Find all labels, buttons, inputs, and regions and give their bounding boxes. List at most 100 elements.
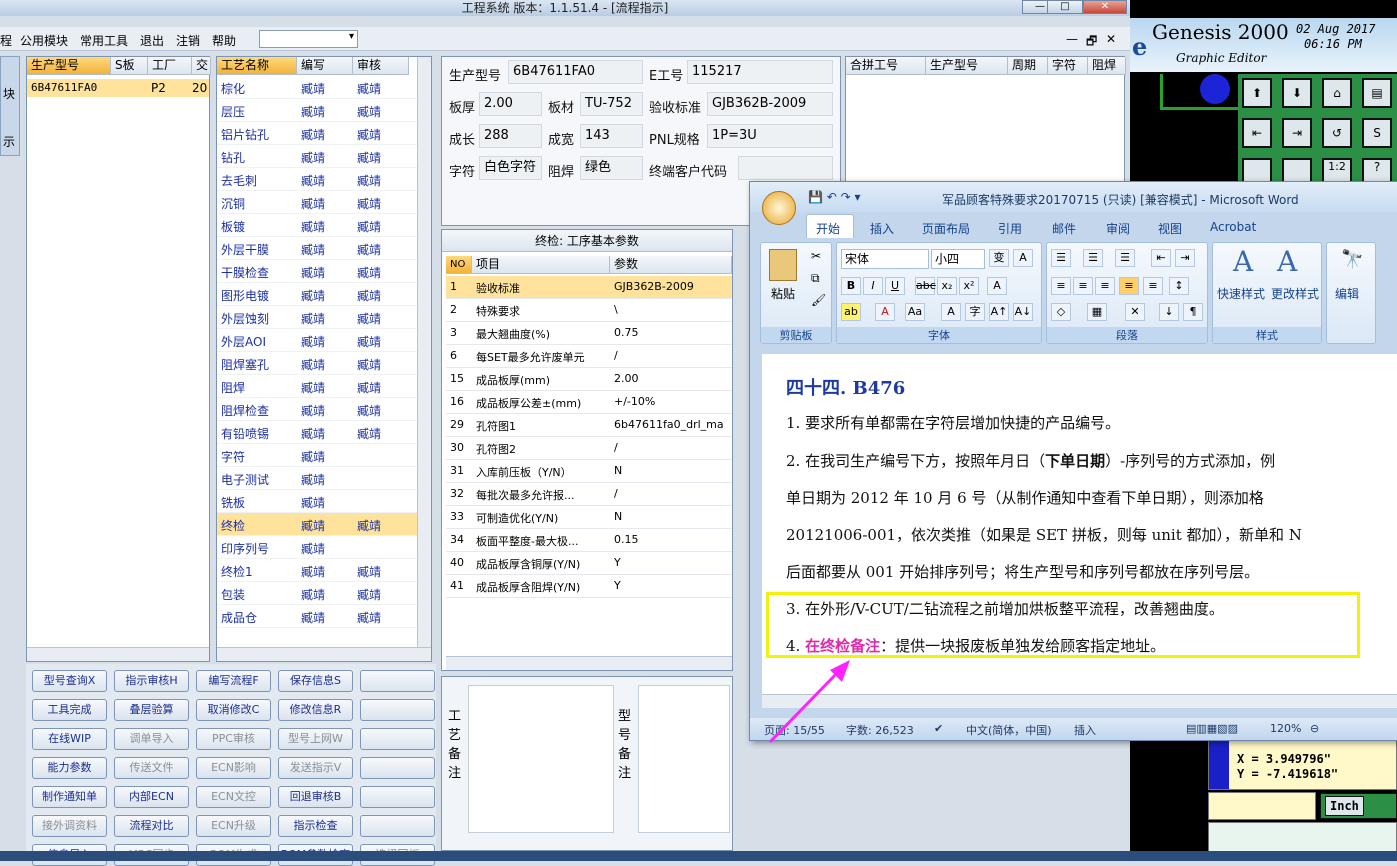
- grow-font-icon[interactable]: A↑: [989, 303, 1009, 321]
- table-row[interactable]: 电子测试 臧靖: [217, 467, 417, 490]
- factory-col-header[interactable]: 工厂: [148, 57, 192, 75]
- tool-icon-7[interactable]: ↺: [1322, 118, 1352, 148]
- shrink-font-icon[interactable]: A↓: [1013, 303, 1033, 321]
- genesis-input-area[interactable]: [1208, 792, 1316, 820]
- table-row[interactable]: 阻焊 臧靖 臧靖: [217, 375, 417, 398]
- action-button[interactable]: 传送文件: [114, 757, 189, 779]
- action-button[interactable]: 型号上网W: [278, 728, 353, 750]
- italic-icon[interactable]: I: [863, 277, 883, 295]
- table-row[interactable]: 包装 臧靖 臧靖: [217, 582, 417, 605]
- params-no-header[interactable]: NO: [446, 256, 472, 274]
- menu-item-common-module[interactable]: 公用模块: [20, 32, 68, 49]
- decrease-indent-icon[interactable]: ⇤: [1151, 249, 1171, 267]
- char-border-icon[interactable]: A: [1013, 249, 1033, 267]
- view-buttons-icon[interactable]: ▤▥▦▧▨: [1186, 722, 1238, 735]
- ribbon-tab-mailings[interactable]: 邮件: [1052, 220, 1076, 237]
- tool-icon-3[interactable]: ⌂: [1322, 78, 1352, 108]
- model-col-header[interactable]: 生产型号: [27, 57, 111, 75]
- paste-label[interactable]: 粘贴: [771, 285, 795, 302]
- ribbon-tab-layout[interactable]: 页面布局: [922, 220, 970, 237]
- bold-icon[interactable]: B: [841, 277, 861, 295]
- action-button[interactable]: 型号查询X: [32, 670, 107, 692]
- table-row[interactable]: 33 可制造优化(Y/N) N: [446, 506, 732, 529]
- table-row[interactable]: 16 成品板厚公差±(mm) +/-10%: [446, 391, 732, 414]
- table-row[interactable]: 铣板 臧靖: [217, 490, 417, 513]
- table-row[interactable]: 去毛刺 臧靖 臧靖: [217, 168, 417, 191]
- font-name-select[interactable]: 宋体: [841, 249, 929, 269]
- highlight-icon[interactable]: ab: [841, 303, 861, 321]
- paste-icon[interactable]: [769, 249, 797, 281]
- action-button[interactable]: 发送指示V: [278, 757, 353, 779]
- action-button[interactable]: 编写流程F: [196, 670, 271, 692]
- show-marks-icon[interactable]: ¶: [1183, 303, 1203, 321]
- ribbon-tab-review[interactable]: 审阅: [1106, 220, 1130, 237]
- table-row[interactable]: 1 验收标准 GJB362B-2009: [446, 276, 732, 299]
- table-row[interactable]: 15 成品板厚(mm) 2.00: [446, 368, 732, 391]
- table-row[interactable]: 印序列号 臧靖: [217, 536, 417, 559]
- tool-icon-1[interactable]: ⬆: [1242, 78, 1272, 108]
- menu-item-help[interactable]: 帮助: [212, 32, 236, 49]
- menu-item-exit[interactable]: 退出: [140, 32, 164, 49]
- enclose-char-icon[interactable]: 字: [965, 303, 985, 321]
- ribbon-tab-view[interactable]: 视图: [1158, 220, 1182, 237]
- delivery-col-header[interactable]: 交: [192, 57, 211, 75]
- align-right-icon[interactable]: ≡: [1095, 277, 1115, 295]
- sort-icon[interactable]: ↓: [1159, 303, 1179, 321]
- table-row[interactable]: 有铅喷锡 臧靖 臧靖: [217, 421, 417, 444]
- mdi-minimize-icon[interactable]: —: [1066, 32, 1078, 46]
- action-button[interactable]: ECN文控: [196, 786, 271, 808]
- increase-indent-icon[interactable]: ⇥: [1175, 249, 1195, 267]
- zoom-out-icon[interactable]: ⊖: [1310, 722, 1319, 735]
- menu-item-tools[interactable]: 常用工具: [80, 32, 128, 49]
- change-styles-label[interactable]: 更改样式: [1271, 285, 1319, 302]
- action-button[interactable]: [360, 757, 435, 779]
- action-button[interactable]: [360, 699, 435, 721]
- reviewer-header[interactable]: 审核: [353, 57, 409, 75]
- table-row[interactable]: 32 每批次最多允许报... /: [446, 483, 732, 506]
- table-row[interactable]: 成品仓 臧靖 臧靖: [217, 605, 417, 628]
- tool-icon-5[interactable]: ⇤: [1242, 118, 1272, 148]
- document-page[interactable]: 四十四. B476 1. 要求所有单都需在字符层增加快捷的产品编号。 2. 在我…: [762, 354, 1397, 694]
- action-button[interactable]: PPC审核: [196, 728, 271, 750]
- maximize-button[interactable]: □: [1047, 0, 1083, 14]
- table-row[interactable]: 40 成品板厚含铜厚(Y/N) Y: [446, 552, 732, 575]
- tool-icon-2[interactable]: ⬇: [1282, 78, 1312, 108]
- table-row[interactable]: 棕化 臧靖 臧靖: [217, 76, 417, 99]
- action-button[interactable]: 流程对比: [114, 815, 189, 837]
- action-button[interactable]: 修改信息R: [278, 699, 353, 721]
- action-button[interactable]: 制作通知单: [32, 786, 107, 808]
- action-button[interactable]: 取消修改C: [196, 699, 271, 721]
- status-insert-mode[interactable]: 插入: [1074, 722, 1096, 738]
- table-row[interactable]: 钻孔 臧靖 臧靖: [217, 145, 417, 168]
- table-row[interactable]: 终检 臧靖 臧靖: [217, 513, 417, 536]
- table-row[interactable]: 3 最大翘曲度(%) 0.75: [446, 322, 732, 345]
- action-button[interactable]: 指示审核H: [114, 670, 189, 692]
- subscript-icon[interactable]: x₂: [937, 277, 957, 295]
- ribbon-tab-home[interactable]: 开始: [816, 220, 840, 237]
- action-button[interactable]: 工具完成: [32, 699, 107, 721]
- menu-combo-box[interactable]: [259, 30, 358, 48]
- process-remark-textarea[interactable]: [468, 685, 614, 833]
- action-button[interactable]: 指示检查: [278, 815, 353, 837]
- merge-char-header[interactable]: 字符: [1048, 57, 1088, 75]
- action-button[interactable]: 接外调资料: [32, 815, 107, 837]
- action-button[interactable]: 保存信息S: [278, 670, 353, 692]
- table-row[interactable]: 铝片钻孔 臧靖 臧靖: [217, 122, 417, 145]
- menu-item-cheng[interactable]: 程: [0, 32, 12, 49]
- table-row[interactable]: 30 孔符图2 /: [446, 437, 732, 460]
- copy-icon[interactable]: ⧉: [811, 271, 820, 286]
- params-item-header[interactable]: 项目: [472, 256, 610, 274]
- line-spacing-icon[interactable]: ↕: [1169, 277, 1189, 295]
- table-row[interactable]: 阻焊检查 臧靖 臧靖: [217, 398, 417, 421]
- merge-no-header[interactable]: 合拼工号: [846, 57, 926, 75]
- action-button[interactable]: [360, 728, 435, 750]
- multilevel-list-icon[interactable]: ☰: [1115, 249, 1135, 267]
- change-case-icon[interactable]: Aa: [905, 303, 925, 321]
- shading-icon[interactable]: ◇: [1051, 303, 1071, 321]
- tool-icon-4[interactable]: ▤: [1362, 78, 1392, 108]
- tool-icon-6[interactable]: ⇥: [1282, 118, 1312, 148]
- table-row[interactable]: 层压 臧靖 臧靖: [217, 99, 417, 122]
- close-button[interactable]: ✕: [1083, 0, 1127, 14]
- status-language[interactable]: 中文(简体，中国): [966, 722, 1052, 738]
- superscript-icon[interactable]: x²: [959, 277, 979, 295]
